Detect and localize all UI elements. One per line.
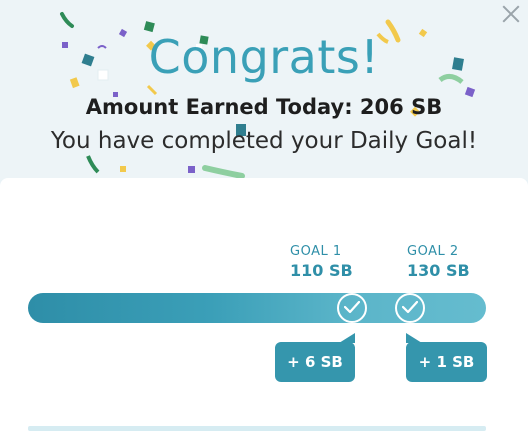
- dialog-title: Congrats!: [148, 30, 380, 84]
- goal-2: GOAL 2 130 SB: [407, 244, 470, 280]
- goal-1-bonus-badge: + 6 SB: [275, 333, 355, 382]
- amount-earned-text: Amount Earned Today: 206 SB: [85, 95, 443, 119]
- goal-2-value: 130 SB: [407, 261, 470, 280]
- check-circle-icon: [395, 293, 425, 323]
- goal-1-value: 110 SB: [290, 261, 353, 280]
- check-circle-icon: [337, 293, 367, 323]
- divider: [28, 426, 486, 431]
- goal-2-bonus-badge: + 1 SB: [406, 333, 487, 382]
- goal-2-label: GOAL 2: [407, 244, 459, 259]
- close-icon[interactable]: [500, 3, 522, 25]
- goal-1: GOAL 1 110 SB: [290, 244, 353, 280]
- daily-goal-message: You have completed your Daily Goal!: [50, 128, 478, 154]
- goal-1-label: GOAL 1: [290, 244, 342, 259]
